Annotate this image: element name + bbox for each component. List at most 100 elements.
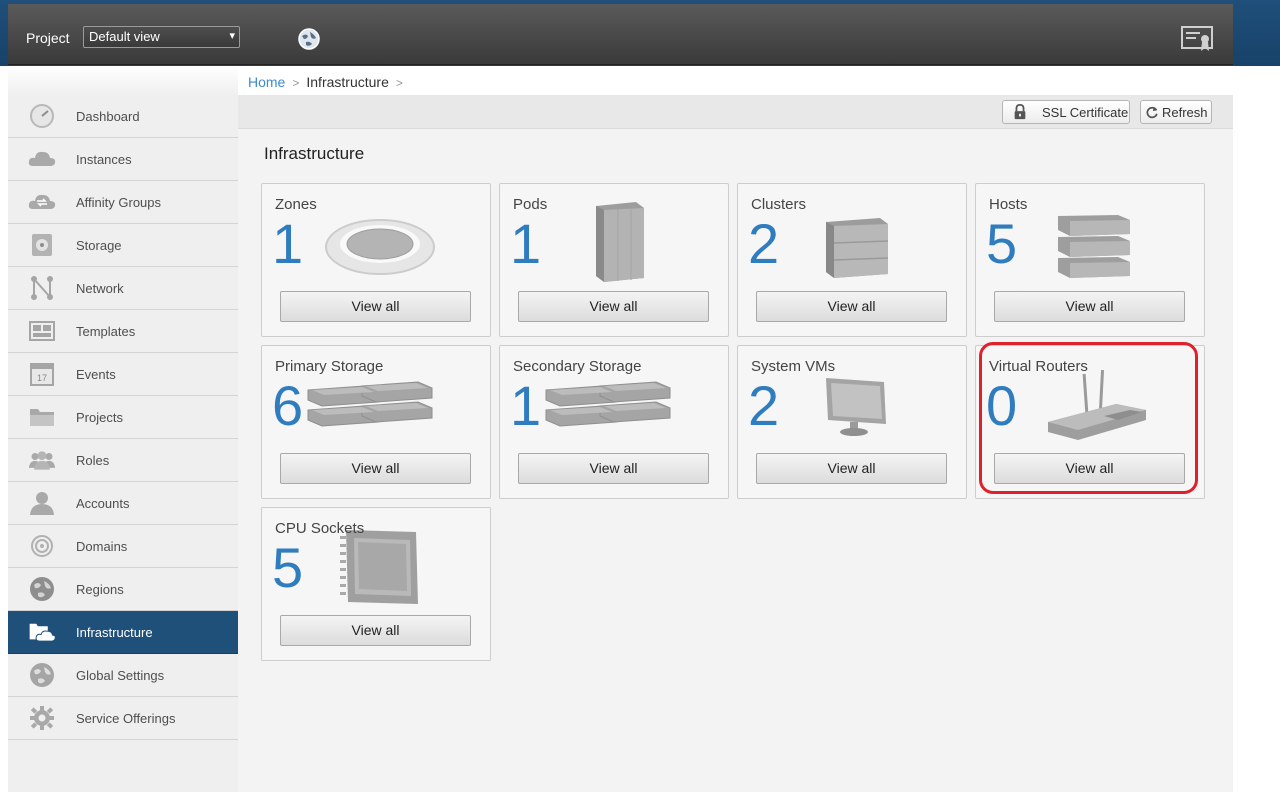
lock-icon <box>1014 104 1026 120</box>
sidebar-item-network[interactable]: Network <box>8 267 238 310</box>
project-label: Project <box>26 30 70 46</box>
sidebar-item-label: Domains <box>76 539 128 554</box>
sidebar-item-storage[interactable]: Storage <box>8 224 238 267</box>
view-all-secondary-storage-button[interactable]: View all <box>518 453 709 484</box>
folder-icon <box>30 409 54 426</box>
tile-primary-storage: Primary Storage 6 View all <box>261 345 491 499</box>
gear-icon <box>30 706 54 730</box>
tile-system-vms: System VMs 2 View all <box>737 345 967 499</box>
view-all-hosts-button[interactable]: View all <box>994 291 1185 322</box>
sidebar-item-affinity-groups[interactable]: Affinity Groups <box>8 181 238 224</box>
sidebar-item-label: Events <box>76 367 116 382</box>
sidebar-item-service-offerings[interactable]: Service Offerings <box>8 697 238 740</box>
tile-count: 1 <box>510 212 542 275</box>
sidebar-item-label: Storage <box>76 238 122 253</box>
monitor-icon <box>826 378 886 436</box>
tile-count: 1 <box>272 212 304 275</box>
calendar-icon: 17 <box>30 363 54 386</box>
tile-count: 6 <box>272 374 304 437</box>
view-all-primary-storage-button[interactable]: View all <box>280 453 471 484</box>
infrastructure-icon <box>29 623 56 642</box>
sidebar-item-domains[interactable]: Domains <box>8 525 238 568</box>
sidebar-item-label: Regions <box>76 582 124 597</box>
view-all-zones-button[interactable]: View all <box>280 291 471 322</box>
sidebar-item-label: Dashboard <box>76 109 140 124</box>
tile-cpu-sockets: CPU Sockets 5 View all <box>261 507 491 661</box>
tile-title: Secondary Storage <box>513 358 642 375</box>
host-server-icon <box>1058 215 1130 278</box>
tile-title: System VMs <box>751 358 836 375</box>
sidebar-item-templates[interactable]: Templates <box>8 310 238 353</box>
sidebar-item-dashboard[interactable]: Dashboard <box>8 95 238 138</box>
sidebar-item-accounts[interactable]: Accounts <box>8 482 238 525</box>
primary-storage-icon <box>307 381 433 427</box>
dashboard-icon <box>30 104 54 128</box>
pod-rack-icon <box>596 202 644 282</box>
tile-pods: Pods 1 View all <box>499 183 729 337</box>
sidebar-item-regions[interactable]: Regions <box>8 568 238 611</box>
breadcrumb-current[interactable]: Infrastructure <box>306 74 388 90</box>
templates-icon <box>29 321 55 341</box>
sidebar-item-global-settings[interactable]: Global Settings <box>8 654 238 697</box>
sidebar-item-infrastructure[interactable]: Infrastructure <box>8 611 238 654</box>
view-all-system-vms-button[interactable]: View all <box>756 453 947 484</box>
tile-title: Clusters <box>751 196 807 213</box>
tile-virtual-routers: Virtual Routers 0 View all <box>975 345 1205 499</box>
globe-icon <box>30 577 54 601</box>
top-header: Project Default view ▾ <box>8 4 1233 65</box>
tile-count: 0 <box>986 374 1018 437</box>
project-view-select[interactable]: Default view ▾ <box>83 26 240 48</box>
tile-title: Pods <box>513 196 548 213</box>
network-icon <box>31 276 53 300</box>
secondary-storage-icon <box>545 381 671 427</box>
sidebar-item-roles[interactable]: Roles <box>8 439 238 482</box>
calendar-day: 17 <box>37 373 47 383</box>
tile-count: 2 <box>748 374 780 437</box>
sidebar-item-instances[interactable]: Instances <box>8 138 238 181</box>
tile-count: 2 <box>748 212 780 275</box>
ssl-certificate-label: SSL Certificate <box>1042 105 1129 120</box>
view-all-pods-button[interactable]: View all <box>518 291 709 322</box>
project-select-value: Default view <box>89 29 160 44</box>
sidebar-item-label: Accounts <box>76 496 130 511</box>
tile-title: Virtual Routers <box>989 358 1088 375</box>
chevron-down-icon: ▾ <box>229 30 235 42</box>
cloud-icon <box>28 151 56 166</box>
sidebar-item-label: Templates <box>76 324 136 339</box>
ssl-certificate-button[interactable]: SSL Certificate <box>1002 100 1130 124</box>
sidebar-item-projects[interactable]: Projects <box>8 396 238 439</box>
roles-icon <box>28 451 56 470</box>
tile-title: CPU Sockets <box>275 520 365 537</box>
tile-count: 5 <box>272 536 304 599</box>
refresh-label: Refresh <box>1162 105 1208 120</box>
tile-hosts: Hosts 5 View all <box>975 183 1205 337</box>
sidebar-item-label: Service Offerings <box>76 711 176 726</box>
user-icon <box>30 492 54 515</box>
refresh-icon <box>1146 106 1158 119</box>
sidebar-item-events[interactable]: 17 Events <box>8 353 238 396</box>
tile-count: 5 <box>986 212 1018 275</box>
sidebar-item-label: Roles <box>76 453 110 468</box>
storage-disk-icon <box>32 234 52 256</box>
breadcrumb-home-link[interactable]: Home <box>248 74 285 90</box>
sidebar: Dashboard Instances Affinity Groups Stor… <box>8 66 238 792</box>
tile-title: Primary Storage <box>275 358 384 375</box>
view-all-cpu-sockets-button[interactable]: View all <box>280 615 471 646</box>
breadcrumb: Home > Infrastructure > <box>238 66 1233 95</box>
tile-title: Zones <box>275 196 317 213</box>
sidebar-item-label: Network <box>76 281 124 296</box>
refresh-button[interactable]: Refresh <box>1140 100 1212 124</box>
tile-count: 1 <box>510 374 542 437</box>
tile-title: Hosts <box>989 196 1028 213</box>
main-content: Home > Infrastructure > SSL Certificate Ref… <box>238 66 1233 792</box>
toolbar: SSL Certificate Refresh <box>238 95 1233 129</box>
globe-settings-icon <box>30 663 54 687</box>
sidebar-item-label: Global Settings <box>76 668 165 683</box>
certificate-icon[interactable] <box>1180 24 1214 54</box>
view-all-virtual-routers-button[interactable]: View all <box>994 453 1185 484</box>
view-all-clusters-button[interactable]: View all <box>756 291 947 322</box>
right-gutter <box>1233 66 1280 792</box>
globe-icon[interactable] <box>297 27 321 51</box>
cpu-chip-icon <box>340 530 418 604</box>
sidebar-item-label: Projects <box>76 410 123 425</box>
